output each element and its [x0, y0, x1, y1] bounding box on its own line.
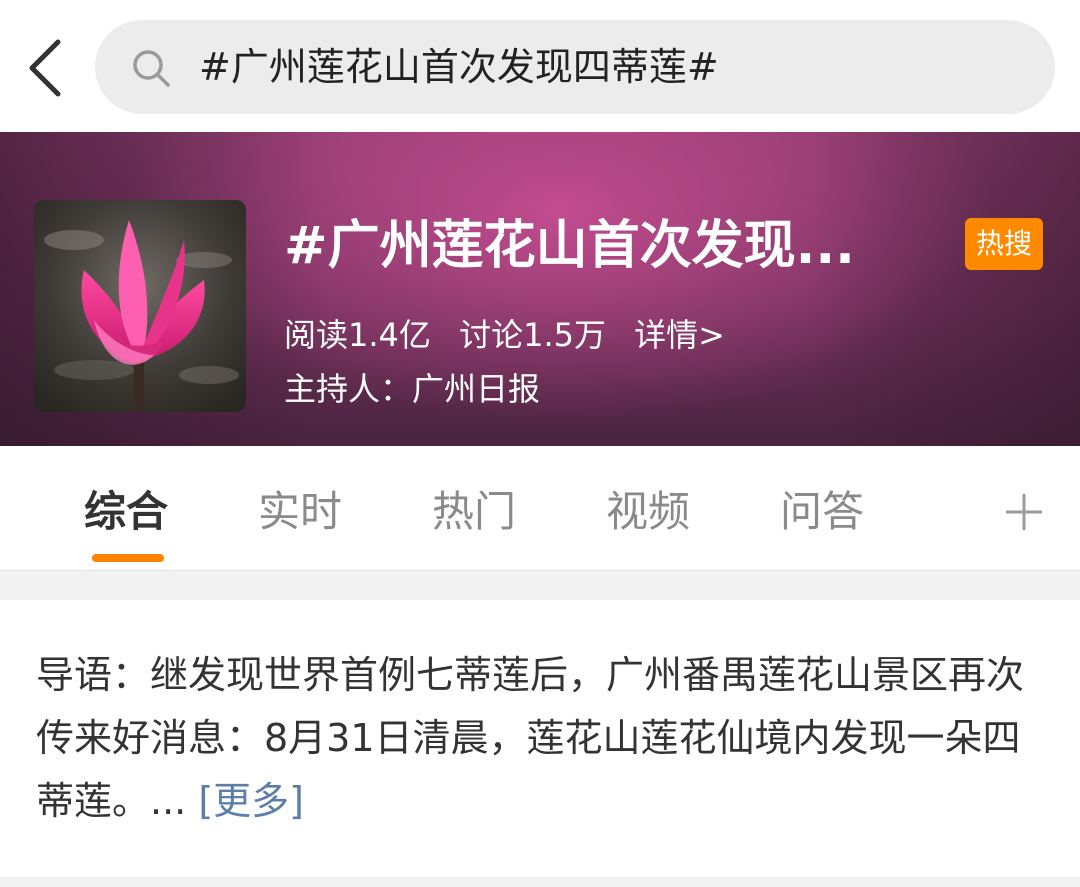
active-tab-indicator	[92, 554, 164, 562]
tab-comprehensive[interactable]: 综合	[84, 486, 168, 538]
tab-hot[interactable]: 热门	[432, 486, 516, 538]
search-query-text: #广州莲花山首次发现四蒂莲#	[199, 45, 719, 89]
lotus-image	[34, 200, 246, 412]
search-input[interactable]: #广州莲花山首次发现四蒂莲#	[95, 20, 1055, 114]
topic-title: #广州莲花山首次发现...	[284, 216, 855, 276]
discussion-count: 讨论1.5万	[459, 316, 606, 354]
read-count: 阅读1.4亿	[284, 316, 431, 354]
plus-icon[interactable]	[1002, 490, 1046, 534]
topic-stats: 阅读1.4亿 讨论1.5万 详情>	[284, 314, 743, 356]
topic-thumbnail[interactable]	[34, 200, 246, 412]
topic-host: 主持人：广州日报	[284, 370, 541, 408]
topic-banner: #广州莲花山首次发现... 热搜 阅读1.4亿 讨论1.5万 详情> 主持人：广…	[0, 132, 1080, 446]
tab-video[interactable]: 视频	[606, 486, 690, 538]
back-arrow-icon[interactable]	[22, 36, 72, 100]
more-link[interactable]: [更多]	[198, 779, 304, 823]
search-icon	[133, 50, 170, 87]
intro-text: 导语：继发现世界首例七蒂莲后，广州番禺莲花山景区再次传来好消息：8月31日清晨，…	[36, 644, 1046, 833]
tab-qa[interactable]: 问答	[780, 486, 864, 538]
details-link[interactable]: 详情>	[634, 316, 725, 354]
topic-intro: 导语：继发现世界首例七蒂莲后，广州番禺莲花山景区再次传来好消息：8月31日清晨，…	[0, 600, 1080, 877]
hot-search-badge: 热搜	[965, 218, 1043, 270]
intro-body: 导语：继发现世界首例七蒂莲后，广州番禺莲花山景区再次传来好消息：8月31日清晨，…	[36, 653, 1025, 823]
tab-realtime[interactable]: 实时	[258, 486, 342, 538]
section-divider	[0, 570, 1080, 600]
tab-bar: 综合 实时 热门 视频 问答	[0, 446, 1080, 570]
bottom-divider	[0, 877, 1080, 887]
search-header: #广州莲花山首次发现四蒂莲#	[0, 0, 1080, 132]
